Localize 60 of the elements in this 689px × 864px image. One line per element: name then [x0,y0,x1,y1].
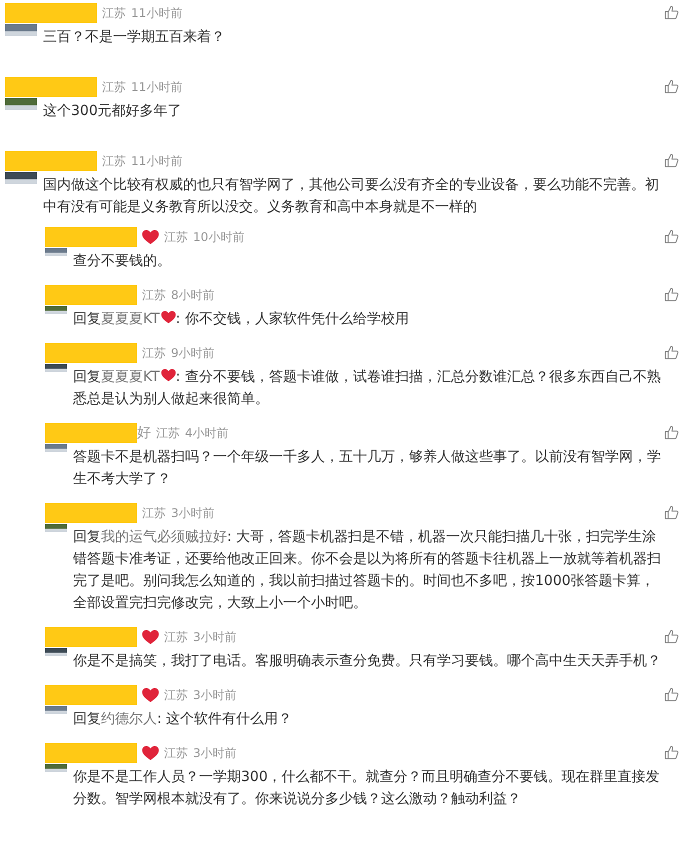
avatar[interactable] [45,364,67,372]
comment-text: 查分不要钱的。 [73,252,172,271]
comment-text: 回复约德尔人: 这个软件有什么用？ [73,710,294,729]
thumbs-up-icon[interactable] [664,745,679,760]
timestamp: 10小时前 [193,228,244,246]
thumbs-up-icon[interactable] [664,153,679,168]
timestamp: 11小时前 [131,152,182,170]
timestamp: 3小时前 [193,744,237,762]
avatar[interactable] [45,524,67,532]
avatar[interactable] [5,24,37,36]
avatar[interactable] [45,248,67,256]
location: 江苏 [156,424,180,442]
location: 江苏 [164,228,188,246]
timestamp: 4小时前 [185,424,229,442]
location: 江苏 [102,4,126,22]
comment-text: 这个300元都好多年了 [43,102,183,121]
avatar[interactable] [5,98,37,110]
comment-text: 你是不是工作人员？一学期300，什么都不干。就查分？而且明确查分不要钱。现在群里直接发分数。智学网根本就没有了。你来说说分多少钱？这么激动？触动利益？ [73,768,661,809]
comment-text: 国内做这个比较有权威的也只有智学网了，其他公司要么没有齐全的专业设备，要么功能不完善。初中有没有可能是义务教育所以没交。义务教育和高中本身就是不一样的 [43,176,660,217]
location: 江苏 [164,628,188,646]
mention-link[interactable]: 夏夏夏KT [101,369,160,385]
thumbs-up-icon[interactable] [664,229,679,244]
mention-link[interactable]: 夏夏夏KT [101,311,160,327]
location: 江苏 [102,78,126,96]
location: 江苏 [164,744,188,762]
timestamp: 8小时前 [171,286,215,304]
comment-text: 答题卡不是机器扫吗？一个年级一千多人，五十几万，够养人做这些事了。以前没有智学网，学生不考大学了？ [73,448,661,489]
comment-text: 回复夏夏夏KT : 你不交钱，人家软件凭什么给学校用 [73,310,410,329]
thumbs-up-icon[interactable] [664,687,679,702]
username[interactable]: 好 [137,424,151,442]
comment-text: 三百？不是一学期五百来着？ [43,28,226,47]
thumbs-up-icon[interactable] [664,345,679,360]
comment-text: 回复我的运气必须贼拉好: 大哥，答题卡机器扫是不错，机器一次只能扫描几十张，扫完学生涂错答题卡准考证，还要给他改正回来。你不会是以为将所有的答题卡往机器上一放就等着机器扫完了是吧。别问我怎么知道的，我以前扫描过答题卡的。时间也不多吧，按1000张答题卡算，全部设置完扫完修改完，大致上小一个小时吧。 [73,528,661,613]
avatar[interactable] [45,764,67,772]
avatar[interactable] [5,172,37,184]
timestamp: 3小时前 [171,504,215,522]
mention-link[interactable]: 约德尔人 [101,711,157,727]
timestamp: 9小时前 [171,344,215,362]
timestamp: 11小时前 [131,78,182,96]
avatar[interactable] [45,444,67,452]
thumbs-up-icon[interactable] [664,287,679,302]
avatar[interactable] [45,706,67,714]
location: 江苏 [164,686,188,704]
avatar[interactable] [45,306,67,314]
timestamp: 3小时前 [193,628,237,646]
location: 江苏 [142,344,166,362]
location: 江苏 [102,152,126,170]
avatar[interactable] [45,648,67,656]
timestamp: 11小时前 [131,4,182,22]
location: 江苏 [142,504,166,522]
thumbs-up-icon[interactable] [664,425,679,440]
thumbs-up-icon[interactable] [664,505,679,520]
location: 江苏 [142,286,166,304]
comment-text: 你是不是搞笑，我打了电话。客服明确表示查分免费。只有学习要钱。哪个高中生天天弄手机？ [73,652,661,671]
thumbs-up-icon[interactable] [664,5,679,20]
comment-text: 回复夏夏夏KT : 查分不要钱，答题卡谁做，试卷谁扫描，汇总分数谁汇总？很多东西自己不熟悉总是认为别人做起来很简单。 [73,368,661,409]
thumbs-up-icon[interactable] [664,629,679,644]
thumbs-up-icon[interactable] [664,79,679,94]
mention-link[interactable]: 我的运气必须贼拉好 [101,529,227,545]
timestamp: 3小时前 [193,686,237,704]
